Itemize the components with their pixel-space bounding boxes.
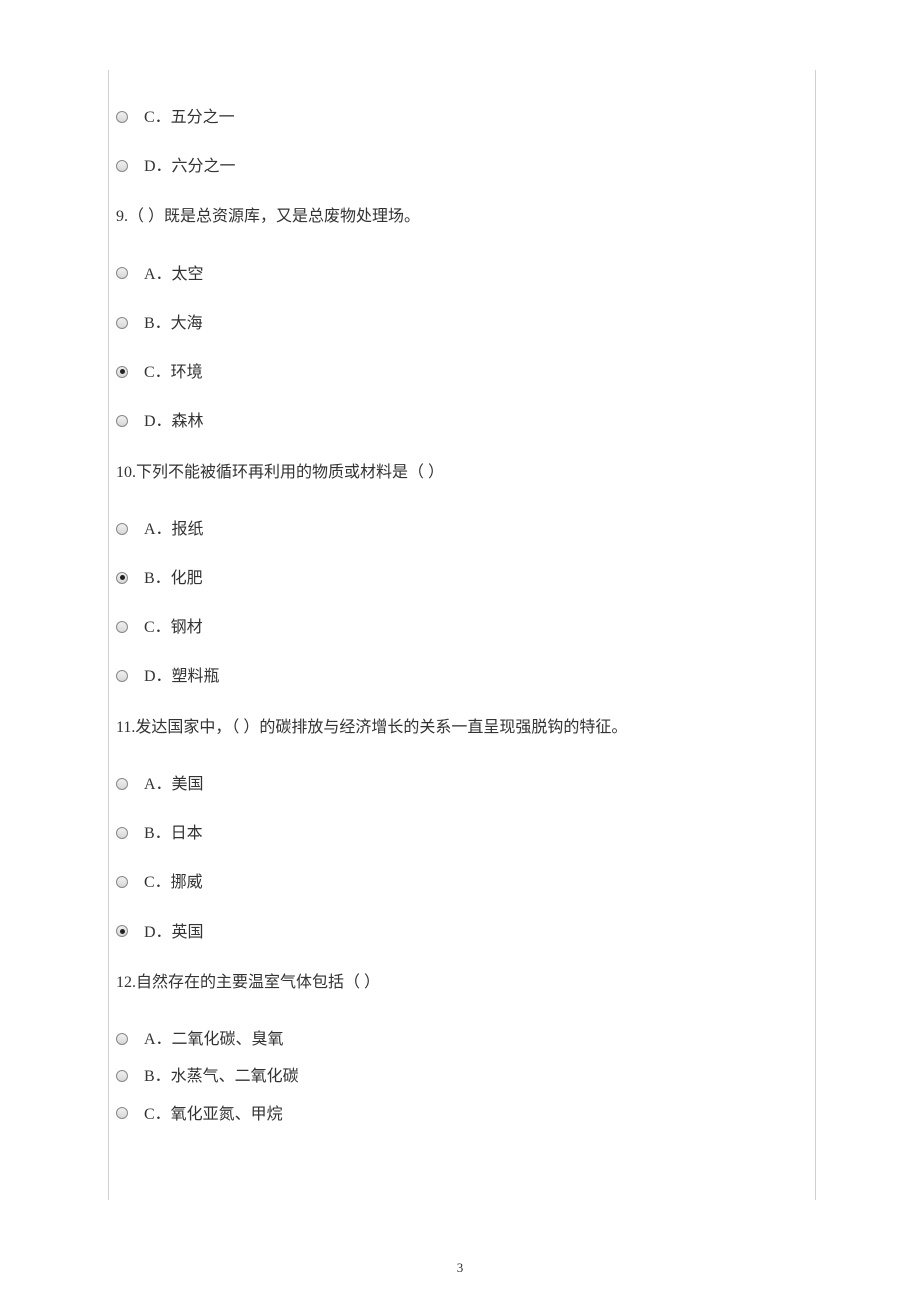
question-10: 10.下列不能被循环再利用的物质或材料是（ ） [116,462,815,484]
orphan-option-c: C．五分之一 [116,108,815,127]
question-12: 12.自然存在的主要温室气体包括（ ） [116,972,815,994]
option-label: D．森林 [144,412,204,431]
radio-button[interactable] [116,876,130,890]
option-label: B．水蒸气、二氧化碳 [144,1067,299,1086]
q12-option-a: A．二氧化碳、臭氧 [116,1030,815,1049]
option-label: A．二氧化碳、臭氧 [144,1030,284,1049]
page-container: C．五分之一 D．六分之一 9.（ ）既是总资源库，又是总废物处理场。 A．太空… [108,70,816,1200]
question-9: 9.（ ）既是总资源库，又是总废物处理场。 [116,206,815,228]
radio-button[interactable] [116,111,130,125]
q11-option-a: A．美国 [116,775,815,794]
page-number: 3 [0,1260,920,1276]
option-label: A．报纸 [144,520,204,539]
radio-button[interactable] [116,415,130,429]
radio-button[interactable] [116,317,130,331]
question-prompt: 9.（ ）既是总资源库，又是总废物处理场。 [116,208,420,225]
option-label: B．化肥 [144,569,203,588]
q9-option-b: B．大海 [116,314,815,333]
q11-option-b: B．日本 [116,824,815,843]
radio-button[interactable] [116,778,130,792]
radio-button[interactable] [116,1033,130,1047]
question-prompt: 12.自然存在的主要温室气体包括（ ） [116,974,380,991]
q9-option-a: A．太空 [116,265,815,284]
radio-button[interactable] [116,366,130,380]
question-prompt: 11.发达国家中，（ ）的碳排放与经济增长的关系一直呈现强脱钩的特征。 [116,719,627,736]
option-label: C．环境 [144,363,203,382]
option-label: D．六分之一 [144,157,236,176]
q9-option-d: D．森林 [116,412,815,431]
option-label: A．太空 [144,265,204,284]
radio-button[interactable] [116,1107,130,1121]
orphan-option-d: D．六分之一 [116,157,815,176]
question-prompt: 10.下列不能被循环再利用的物质或材料是（ ） [116,464,444,481]
q11-option-d: D．英国 [116,923,815,942]
radio-button[interactable] [116,523,130,537]
q10-option-b: B．化肥 [116,569,815,588]
q11-option-c: C．挪威 [116,873,815,892]
q12-option-c: C．氧化亚氮、甲烷 [116,1105,815,1124]
q12-option-b: B．水蒸气、二氧化碳 [116,1067,815,1086]
q10-option-a: A．报纸 [116,520,815,539]
option-label: D．英国 [144,923,204,942]
content-area: C．五分之一 D．六分之一 9.（ ）既是总资源库，又是总废物处理场。 A．太空… [109,70,815,1124]
radio-button[interactable] [116,267,130,281]
radio-button[interactable] [116,670,130,684]
option-label: A．美国 [144,775,204,794]
q9-option-c: C．环境 [116,363,815,382]
option-label: B．日本 [144,824,203,843]
option-label: C．钢材 [144,618,203,637]
option-label: D．塑料瓶 [144,667,220,686]
radio-button[interactable] [116,572,130,586]
option-label: C．五分之一 [144,108,235,127]
question-11: 11.发达国家中，（ ）的碳排放与经济增长的关系一直呈现强脱钩的特征。 [116,717,815,739]
q10-option-d: D．塑料瓶 [116,667,815,686]
radio-button[interactable] [116,827,130,841]
radio-button[interactable] [116,160,130,174]
option-label: B．大海 [144,314,203,333]
option-label: C．挪威 [144,873,203,892]
q10-option-c: C．钢材 [116,618,815,637]
radio-button[interactable] [116,621,130,635]
option-label: C．氧化亚氮、甲烷 [144,1105,283,1124]
radio-button[interactable] [116,1070,130,1084]
radio-button[interactable] [116,925,130,939]
